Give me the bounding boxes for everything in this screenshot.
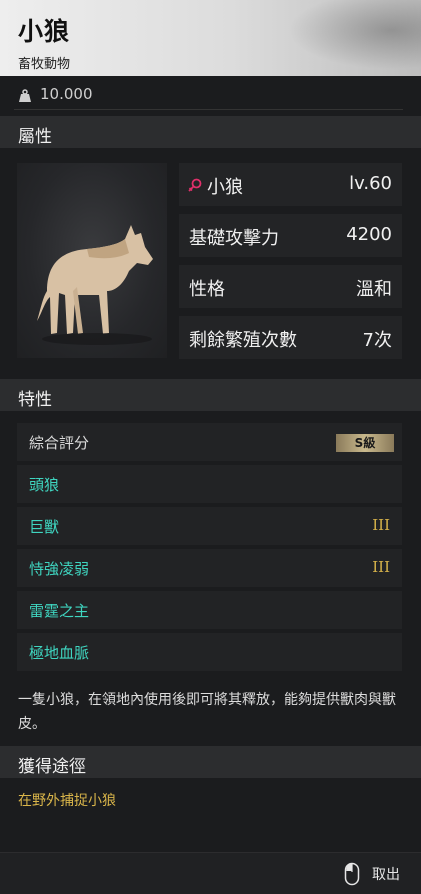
item-description: 一隻小狼，在領地內使用後即可將其釋放，能夠提供獸肉與獸皮。: [18, 692, 396, 732]
trait-rank: III: [372, 516, 390, 534]
stat-label: 小狼: [207, 177, 243, 198]
stat-label: 剩餘繁殖次數: [189, 330, 297, 351]
stat-label: 性格: [189, 279, 225, 300]
trait-name: 恃強凌弱: [29, 560, 90, 578]
item-category: 畜牧動物: [18, 57, 71, 72]
stat-breeding: 剩餘繁殖次數 7次: [179, 316, 402, 359]
acquisition-header: 獲得途徑: [0, 746, 421, 778]
female-icon: [187, 177, 203, 197]
trait-name: 雷霆之主: [29, 602, 90, 620]
trait-rank: III: [372, 558, 390, 576]
divider: [14, 109, 403, 110]
footer-bar: 取出: [0, 852, 421, 894]
wolf-portrait: [17, 163, 167, 358]
weight-row: 10.000: [0, 80, 421, 110]
stat-value: lv.60: [349, 173, 392, 194]
stat-attack: 基礎攻擊力 4200: [179, 214, 402, 257]
mouse-icon: [344, 862, 360, 890]
stat-name-level: 小狼 lv.60: [179, 163, 402, 206]
stat-value: 溫和: [356, 279, 392, 300]
trait-name: 頭狼: [29, 476, 60, 494]
trait-name: 巨獸: [29, 518, 60, 536]
trait-overall-score: 綜合評分 S級: [17, 423, 402, 461]
weight-value: 10.000: [40, 85, 93, 103]
weight-icon: [18, 88, 32, 107]
take-out-button[interactable]: 取出: [372, 864, 400, 884]
acquisition-method: 在野外捕捉小狼: [18, 793, 116, 809]
trait-item[interactable]: 恃強凌弱 III: [17, 549, 402, 587]
trait-item[interactable]: 頭狼: [17, 465, 402, 503]
traits-title: 特性: [18, 390, 52, 410]
grade-badge: S級: [336, 434, 394, 452]
item-header: 小狼 畜牧動物: [0, 0, 421, 76]
header-decoration: [271, 0, 421, 76]
attributes-header: 屬性: [0, 116, 421, 148]
trait-item[interactable]: 雷霆之主: [17, 591, 402, 629]
stat-label: 基礎攻擊力: [189, 228, 279, 249]
trait-item[interactable]: 極地血脈: [17, 633, 402, 671]
stat-personality: 性格 溫和: [179, 265, 402, 308]
trait-label: 綜合評分: [29, 434, 90, 452]
trait-item[interactable]: 巨獸 III: [17, 507, 402, 545]
traits-header: 特性: [0, 379, 421, 411]
trait-name: 極地血脈: [29, 644, 90, 662]
attributes-title: 屬性: [18, 127, 52, 147]
acquisition-title: 獲得途徑: [18, 757, 86, 777]
item-title: 小狼: [18, 17, 71, 46]
stat-value: 4200: [346, 224, 392, 245]
stat-value: 7次: [362, 330, 392, 351]
